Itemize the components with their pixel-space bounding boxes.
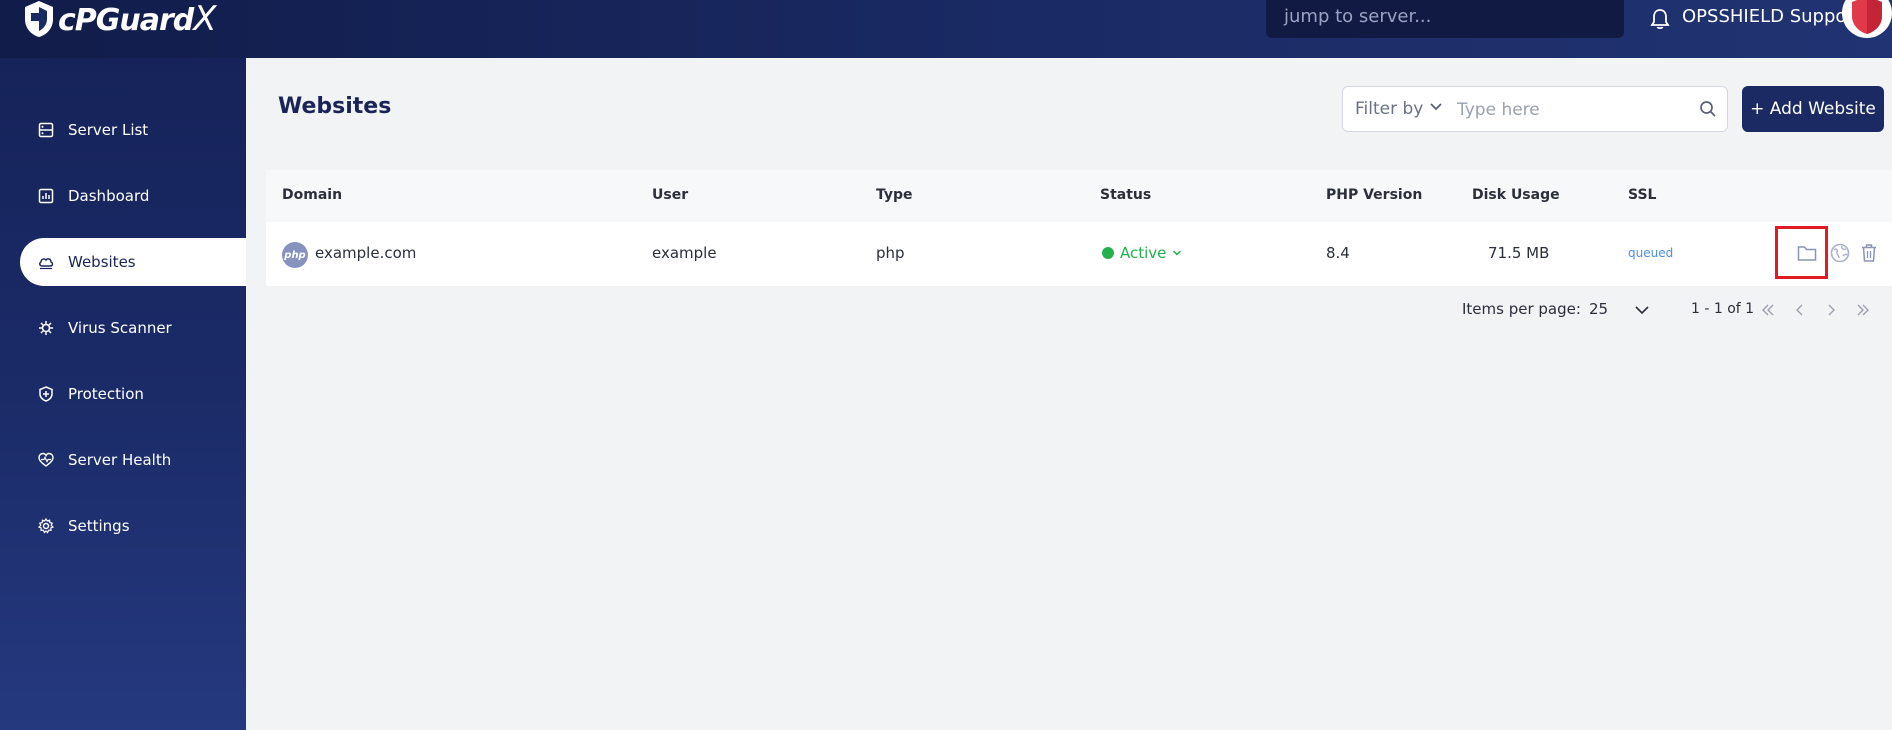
sidebar-item-settings[interactable]: Settings <box>20 502 246 550</box>
chevron-down-icon[interactable] <box>1429 102 1443 112</box>
column-header-disk-usage[interactable]: Disk Usage <box>1472 187 1560 203</box>
items-per-page-label: Items per page: <box>1462 300 1581 318</box>
pagination-range: 1 - 1 of 1 <box>1691 301 1755 317</box>
filter-search-input[interactable] <box>1455 95 1679 125</box>
status-label: Active <box>1120 244 1167 262</box>
filter-by-dropdown[interactable]: Filter by <box>1355 99 1423 119</box>
php-version-cell: 8.4 <box>1326 244 1350 262</box>
sidebar-item-label: Settings <box>68 517 130 535</box>
top-bar: cPGuardX jump to server... OPSSHIELD Sup… <box>0 0 1892 58</box>
highlight-box <box>1775 226 1828 279</box>
items-per-page-select[interactable]: 25 <box>1589 300 1608 318</box>
server-icon <box>38 122 54 138</box>
previous-page-icon[interactable] <box>1792 302 1808 318</box>
sidebar-item-websites[interactable]: Websites <box>20 238 246 286</box>
app-logo[interactable]: cPGuardX <box>22 0 217 44</box>
domain-link[interactable]: example.com <box>315 244 416 262</box>
sidebar-item-label: Protection <box>68 385 144 403</box>
shield-logo-icon <box>25 1 53 37</box>
column-header-domain[interactable]: Domain <box>282 187 342 203</box>
page-title: Websites <box>278 94 392 119</box>
chevron-down-icon[interactable] <box>1634 302 1650 318</box>
sidebar-item-protection[interactable]: Protection <box>20 370 246 418</box>
globe-icon[interactable] <box>1829 242 1851 264</box>
table-header: Domain User Type Status PHP Version Disk… <box>266 170 1892 222</box>
websites-table: Domain User Type Status PHP Version Disk… <box>266 170 1892 286</box>
chart-icon <box>38 188 54 204</box>
status-dropdown[interactable]: Active <box>1102 244 1182 262</box>
ssl-status-badge: queued <box>1628 246 1674 260</box>
disk-usage-cell: 71.5 MB <box>1488 244 1550 262</box>
next-page-icon[interactable] <box>1823 302 1839 318</box>
sidebar-item-label: Dashboard <box>68 187 150 205</box>
sidebar-item-dashboard[interactable]: Dashboard <box>20 172 246 220</box>
first-page-icon[interactable] <box>1760 302 1776 318</box>
user-name[interactable]: OPSSHIELD Support <box>1682 6 1861 27</box>
php-icon: php <box>282 242 308 268</box>
logo-text: cPGuardX <box>58 0 217 39</box>
column-header-ssl[interactable]: SSL <box>1628 187 1656 203</box>
gear-icon <box>38 518 54 534</box>
shield-icon <box>39 386 53 402</box>
sidebar-item-label: Server List <box>68 121 149 139</box>
table-row[interactable]: php example.com example php Active 8.4 7… <box>266 222 1892 286</box>
user-cell: example <box>652 244 717 262</box>
column-header-status[interactable]: Status <box>1100 187 1151 203</box>
virus-icon <box>39 321 53 335</box>
sidebar: Server List Dashboard Websites Virus Sca… <box>0 58 246 730</box>
heart-pulse-icon <box>38 452 54 467</box>
chevron-down-icon <box>1173 250 1182 256</box>
column-header-php-version[interactable]: PHP Version <box>1326 187 1422 203</box>
sidebar-item-label: Websites <box>68 253 136 271</box>
column-header-user[interactable]: User <box>652 187 688 203</box>
trash-icon[interactable] <box>1858 242 1880 264</box>
sidebar-item-server-list[interactable]: Server List <box>20 106 246 154</box>
cloud-icon <box>39 258 54 270</box>
sidebar-item-server-health[interactable]: Server Health <box>20 436 246 484</box>
filter-box: Filter by <box>1342 86 1728 132</box>
sidebar-item-virus-scanner[interactable]: Virus Scanner <box>20 304 246 352</box>
sidebar-item-label: Server Health <box>68 451 172 469</box>
column-header-type[interactable]: Type <box>876 187 913 203</box>
status-dot <box>1102 247 1114 259</box>
jump-to-server-input[interactable]: jump to server... <box>1266 0 1624 38</box>
avatar-shield-icon <box>1852 0 1882 34</box>
last-page-icon[interactable] <box>1855 302 1871 318</box>
sidebar-item-label: Virus Scanner <box>68 319 172 337</box>
avatar[interactable] <box>1842 0 1892 38</box>
add-website-button[interactable]: + Add Website <box>1742 86 1884 132</box>
bell-icon[interactable] <box>1650 8 1670 30</box>
type-cell: php <box>876 244 905 262</box>
search-icon[interactable] <box>1699 100 1717 118</box>
